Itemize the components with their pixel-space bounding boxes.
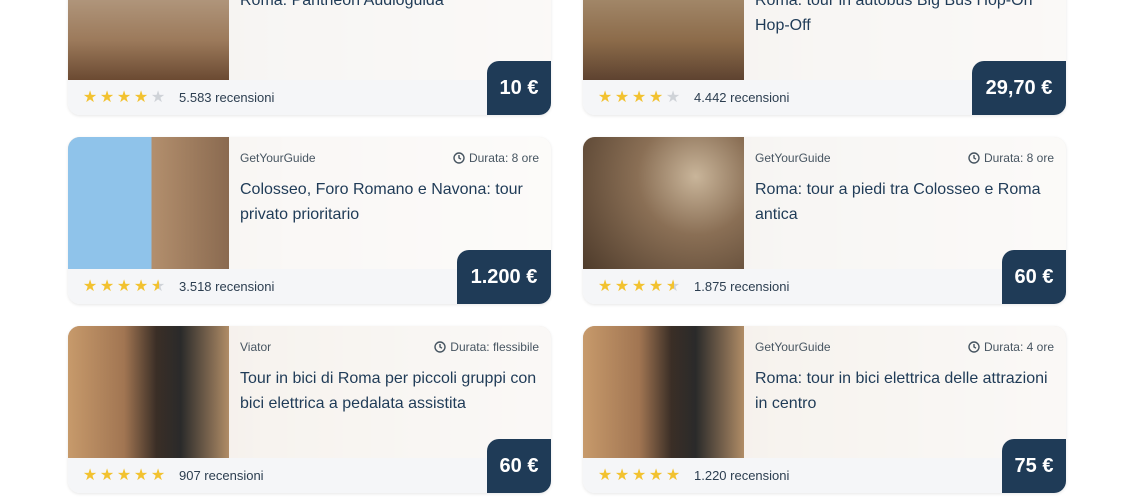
tour-thumbnail (68, 326, 229, 458)
clock-icon (968, 152, 980, 164)
tour-thumbnail (583, 326, 744, 458)
reviews-count[interactable]: 1.220 recensioni (694, 468, 789, 483)
tour-title[interactable]: Colosseo, Foro Romano e Navona: tour pri… (240, 177, 540, 227)
star-icon: ★ (631, 467, 647, 484)
duration-text: Durata: flessibile (450, 340, 539, 354)
tour-title[interactable]: Roma: tour a piedi tra Colosseo e Roma a… (755, 177, 1055, 227)
star-icon: ★ (614, 278, 630, 295)
star-icon: ★ (116, 467, 132, 484)
star-icon: ★ (99, 467, 115, 484)
star-icon: ★ (648, 467, 664, 484)
tour-card[interactable]: Roma: tour in autobus Big Bus Hop-On Hop… (583, 0, 1066, 115)
star-icon: ★ (665, 467, 681, 484)
price-badge: 10 € (487, 61, 551, 115)
tour-title[interactable]: Roma: tour in bici elettrica delle attra… (755, 366, 1055, 416)
tour-title[interactable]: Roma: tour in autobus Big Bus Hop-On Hop… (755, 0, 1055, 38)
reviews-count[interactable]: 1.875 recensioni (694, 279, 789, 294)
star-icon: ★ (133, 89, 149, 106)
price-badge: 60 € (1002, 250, 1066, 304)
tour-thumbnail (583, 137, 744, 269)
star-icon: ★ (631, 89, 647, 106)
reviews-count[interactable]: 4.442 recensioni (694, 90, 789, 105)
tour-card[interactable]: Roma: Pantheon Audioguida ★ ★ ★ ★ ★ 5.58… (68, 0, 551, 115)
star-icon: ★ (133, 467, 149, 484)
star-icon: ★ (614, 467, 630, 484)
clock-icon (968, 341, 980, 353)
star-icon: ★ (648, 278, 664, 295)
tour-title[interactable]: Roma: Pantheon Audioguida (240, 0, 540, 13)
duration-text: Durata: 4 ore (983, 340, 1054, 354)
star-icon: ★ (597, 467, 613, 484)
duration-info: Durata: 8 ore (968, 151, 1054, 165)
reviews-count[interactable]: 907 recensioni (179, 468, 264, 483)
duration-text: Durata: 8 ore (468, 151, 539, 165)
provider-name: Viator (240, 340, 272, 354)
star-icon: ★ (82, 89, 98, 106)
reviews-count[interactable]: 5.583 recensioni (179, 90, 274, 105)
star-icon: ★ (150, 467, 166, 484)
duration-info: Durata: flessibile (434, 340, 539, 354)
tour-card[interactable]: GetYourGuide Durata: 8 ore Roma: tour a … (583, 137, 1066, 304)
star-icon: ★ (614, 89, 630, 106)
duration-text: Durata: 8 ore (983, 151, 1054, 165)
clock-icon (434, 341, 446, 353)
star-icon: ★ (99, 278, 115, 295)
rating-stars: ★ ★ ★ ★ ★ (82, 90, 166, 106)
rating-stars: ★ ★ ★ ★ ★ (597, 468, 681, 484)
star-icon: ★ (116, 89, 132, 106)
tour-card[interactable]: GetYourGuide Durata: 8 ore Colosseo, For… (68, 137, 551, 304)
tour-card[interactable]: GetYourGuide Durata: 4 ore Roma: tour in… (583, 326, 1066, 493)
star-icon: ★ (150, 89, 166, 106)
star-icon: ★ (648, 89, 664, 106)
star-icon: ★ (665, 89, 681, 106)
rating-stars: ★ ★ ★ ★ ★ (82, 468, 166, 484)
price-badge: 29,70 € (972, 61, 1066, 115)
rating-stars: ★ ★ ★ ★ ★ (597, 279, 681, 295)
star-half-icon: ★ (665, 278, 681, 295)
star-icon: ★ (116, 278, 132, 295)
star-icon: ★ (99, 89, 115, 106)
price-badge: 60 € (487, 439, 551, 493)
star-icon: ★ (597, 89, 613, 106)
tour-card[interactable]: Viator Durata: flessibile Tour in bici d… (68, 326, 551, 493)
rating-stars: ★ ★ ★ ★ ★ (597, 90, 681, 106)
star-half-icon: ★ (150, 278, 166, 295)
duration-info: Durata: 4 ore (968, 340, 1054, 354)
rating-stars: ★ ★ ★ ★ ★ (82, 279, 166, 295)
price-badge: 1.200 € (457, 250, 551, 304)
star-icon: ★ (133, 278, 149, 295)
star-icon: ★ (631, 278, 647, 295)
provider-name: GetYourGuide (755, 340, 831, 354)
tour-thumbnail (68, 0, 229, 80)
clock-icon (453, 152, 465, 164)
tour-thumbnail (583, 0, 744, 80)
provider-name: GetYourGuide (240, 151, 316, 165)
star-icon: ★ (82, 278, 98, 295)
tour-thumbnail (68, 137, 229, 269)
price-badge: 75 € (1002, 439, 1066, 493)
provider-name: GetYourGuide (755, 151, 831, 165)
star-icon: ★ (597, 278, 613, 295)
tour-title[interactable]: Tour in bici di Roma per piccoli gruppi … (240, 366, 540, 416)
duration-info: Durata: 8 ore (453, 151, 539, 165)
reviews-count[interactable]: 3.518 recensioni (179, 279, 274, 294)
star-icon: ★ (82, 467, 98, 484)
